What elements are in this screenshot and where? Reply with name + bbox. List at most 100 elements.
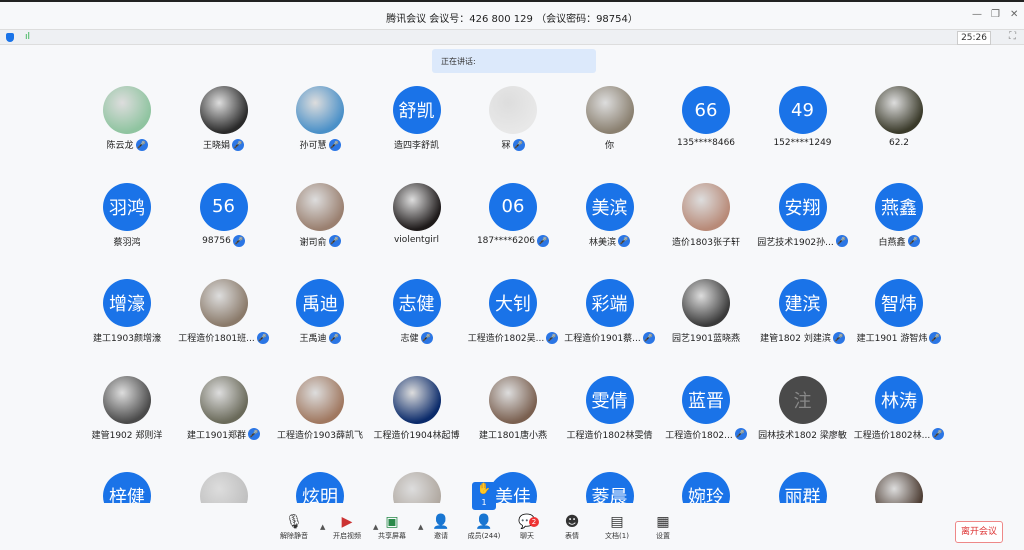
participant-tile[interactable]: 园艺1901蓝晓燕 bbox=[658, 279, 754, 344]
participant-tile[interactable]: 王晓娟 🎤 bbox=[176, 86, 272, 151]
participant-tile[interactable] bbox=[851, 472, 947, 503]
participant-tile[interactable]: 冧 🎤 bbox=[465, 86, 561, 151]
members-button[interactable]: 👤 成员(244) bbox=[464, 513, 504, 541]
participant-tile[interactable]: 孙可慧 🎤 bbox=[272, 86, 368, 151]
avatar: 丽群 bbox=[778, 472, 827, 503]
participant-grid: 陈云龙 🎤 王晓娟 🎤 孙可慧 🎤 舒凯 造四李舒凯冧 🎤 你 66 135****8466 49 152… bbox=[0, 74, 1024, 503]
participant-tile[interactable]: 你 bbox=[562, 86, 658, 151]
chat-button[interactable]: 💬 聊天 bbox=[507, 513, 547, 541]
unmute-button[interactable]: 🎙 解除静音 bbox=[274, 513, 314, 541]
participant-name-row: 工程造价1901蔡... 🎤 bbox=[562, 331, 658, 344]
participant-name: 建工1903颜增濠 bbox=[93, 334, 161, 344]
participant-name-row: 林美滨 🎤 bbox=[562, 235, 658, 248]
participant-tile[interactable]: 羽鸿 蔡羽鸿 bbox=[79, 182, 175, 248]
avatar: 大钊 bbox=[489, 279, 537, 327]
members-icon: 👤 bbox=[475, 514, 493, 530]
share-screen-icon: ▣ bbox=[385, 514, 399, 530]
participant-name: 谢司俞 bbox=[299, 237, 327, 248]
participant-tile[interactable]: 志健 志健 🎤 bbox=[369, 279, 465, 344]
participant-tile[interactable]: 丽群 bbox=[755, 472, 851, 503]
participant-tile[interactable]: 工程造价1801班... 🎤 bbox=[176, 279, 272, 344]
avatar: 禹迪 bbox=[296, 279, 344, 327]
docs-button[interactable]: ▤ 文档(1) bbox=[597, 513, 637, 541]
participant-name: 园艺1901蓝晓燕 bbox=[672, 334, 740, 344]
participant-tile[interactable]: 燕鑫 白燕鑫 🎤 bbox=[851, 182, 947, 248]
participant-name-row: 园林技术1802 梁廖敏 bbox=[755, 428, 851, 441]
participant-name: 造四李舒凯 bbox=[393, 141, 439, 151]
restore-button[interactable]: ❐ bbox=[991, 9, 1000, 20]
members-label: 成员(244) bbox=[467, 532, 501, 540]
participant-tile[interactable] bbox=[176, 472, 272, 503]
avatar: 66 bbox=[682, 86, 730, 134]
reactions-button[interactable]: ☻ 表情 bbox=[552, 513, 592, 541]
invite-button[interactable]: 👤 邀请 bbox=[421, 513, 461, 541]
signal-icon[interactable]: ıl bbox=[25, 33, 30, 42]
participant-name: 蔡羽鸿 bbox=[113, 237, 141, 248]
participant-tile[interactable]: 婉玲 bbox=[658, 472, 754, 503]
participant-tile[interactable]: 注园林技术1802 梁廖敏 bbox=[755, 375, 851, 441]
participant-tile[interactable]: 造价1803张子轩 bbox=[658, 182, 754, 248]
participant-tile[interactable]: violentgirl bbox=[369, 182, 465, 245]
docs-label: 文档(1) bbox=[605, 532, 629, 540]
start-video-button[interactable]: ▶ 开启视频 bbox=[327, 513, 367, 541]
share-screen-button[interactable]: ▣ 共享屏幕 bbox=[372, 513, 412, 541]
participant-tile[interactable]: 56 98756 🎤 bbox=[176, 182, 272, 247]
participant-tile[interactable]: 美滨 林美滨 🎤 bbox=[562, 182, 658, 248]
participant-tile[interactable]: 谢司俞 🎤 bbox=[272, 182, 368, 248]
participant-tile[interactable]: 林涛 工程造价1802林... 🎤 bbox=[851, 375, 947, 441]
participant-name-row: 园艺技术1902孙... 🎤 bbox=[755, 235, 851, 248]
settings-button[interactable]: ▦ 设置 bbox=[643, 513, 683, 541]
participant-tile[interactable]: 66 135****8466 bbox=[658, 86, 754, 148]
participant-name-row: 工程造价1903薛凯飞 bbox=[272, 428, 368, 441]
fullscreen-icon[interactable]: ⛶ bbox=[1009, 31, 1016, 42]
participant-tile[interactable] bbox=[369, 472, 465, 503]
participant-tile[interactable]: 49 152****1249 bbox=[755, 86, 851, 148]
participant-name-row: 王晓娟 🎤 bbox=[176, 138, 272, 151]
participant-tile[interactable]: 菱晨 bbox=[562, 472, 658, 503]
participant-name-row: 62.2 bbox=[851, 138, 947, 148]
participant-tile[interactable]: 彩端 工程造价1901蔡... 🎤 bbox=[562, 279, 658, 344]
participant-tile[interactable]: 06 187****6206 🎤 bbox=[465, 182, 561, 247]
participant-tile[interactable]: 建工1901郑群 🎤 bbox=[176, 375, 272, 441]
close-button[interactable]: ✕ bbox=[1010, 9, 1018, 20]
microphone-icon: 🎤 bbox=[232, 138, 244, 151]
participant-tile[interactable]: 工程造价1903薛凯飞 bbox=[272, 375, 368, 441]
participant-tile[interactable]: 陈云龙 🎤 bbox=[79, 86, 175, 151]
participant-tile[interactable]: 雯倩 工程造价1802林雯倩 bbox=[562, 375, 658, 441]
participant-tile[interactable]: 禹迪 王禹迪 🎤 bbox=[272, 279, 368, 344]
unmute-label: 解除静音 bbox=[280, 532, 308, 540]
avatar bbox=[296, 86, 344, 134]
participant-name: 陈云龙 bbox=[106, 141, 134, 151]
microphone-icon: 🎤 bbox=[929, 331, 942, 344]
participant-name-row: 工程造价1802... 🎤 bbox=[658, 428, 754, 441]
reactions-icon: ☻ bbox=[564, 514, 580, 530]
participant-tile[interactable]: 智炜 建工1901 游智炜 🎤 bbox=[851, 279, 947, 344]
participant-tile[interactable]: 建滨 建管1802 刘建滨 🎤 bbox=[755, 279, 851, 344]
participant-tile[interactable]: 增濠建工1903颜增濠 bbox=[79, 279, 175, 344]
participant-tile[interactable]: 炫明 bbox=[272, 472, 368, 503]
participant-tile[interactable]: 安翔 园艺技术1902孙... 🎤 bbox=[755, 182, 851, 248]
participant-tile[interactable]: 建管1902 郑则洋 bbox=[79, 375, 175, 441]
participant-tile[interactable]: 梓健 bbox=[79, 472, 175, 503]
avatar: 增濠 bbox=[103, 279, 151, 327]
minimize-button[interactable]: — bbox=[972, 9, 982, 20]
participant-tile[interactable]: 大钊 工程造价1802吴... 🎤 bbox=[465, 279, 561, 344]
raised-hands-button[interactable]: ✋ 1 bbox=[472, 482, 496, 510]
participant-tile[interactable]: 建工1801唐小燕 bbox=[465, 375, 561, 441]
avatar bbox=[392, 472, 441, 503]
leave-meeting-button[interactable]: 离开会议 bbox=[955, 521, 1003, 543]
microphone-icon: 🎤 bbox=[232, 234, 245, 247]
security-shield-icon[interactable] bbox=[6, 33, 14, 42]
microphone-icon: 🎤 bbox=[328, 235, 341, 247]
participant-name-row: 工程造价1801班... 🎤 bbox=[176, 331, 272, 344]
participant-tile[interactable]: 62.2 bbox=[851, 86, 947, 148]
avatar: 注 bbox=[778, 375, 827, 424]
avatar: 菱晨 bbox=[585, 472, 634, 503]
microphone-icon: 🎤 bbox=[537, 234, 550, 247]
participant-name: 白燕鑫 bbox=[878, 237, 906, 248]
participant-name: 园林技术1802 梁廖敏 bbox=[758, 430, 847, 441]
participant-tile[interactable]: 蓝晋 工程造价1802... 🎤 bbox=[658, 375, 754, 441]
participant-tile[interactable]: 工程造价1904林起博 bbox=[369, 375, 465, 441]
participant-tile[interactable]: 舒凯 造四李舒凯 bbox=[369, 86, 465, 151]
unmute-options-caret-icon[interactable]: ▲ bbox=[320, 523, 325, 531]
